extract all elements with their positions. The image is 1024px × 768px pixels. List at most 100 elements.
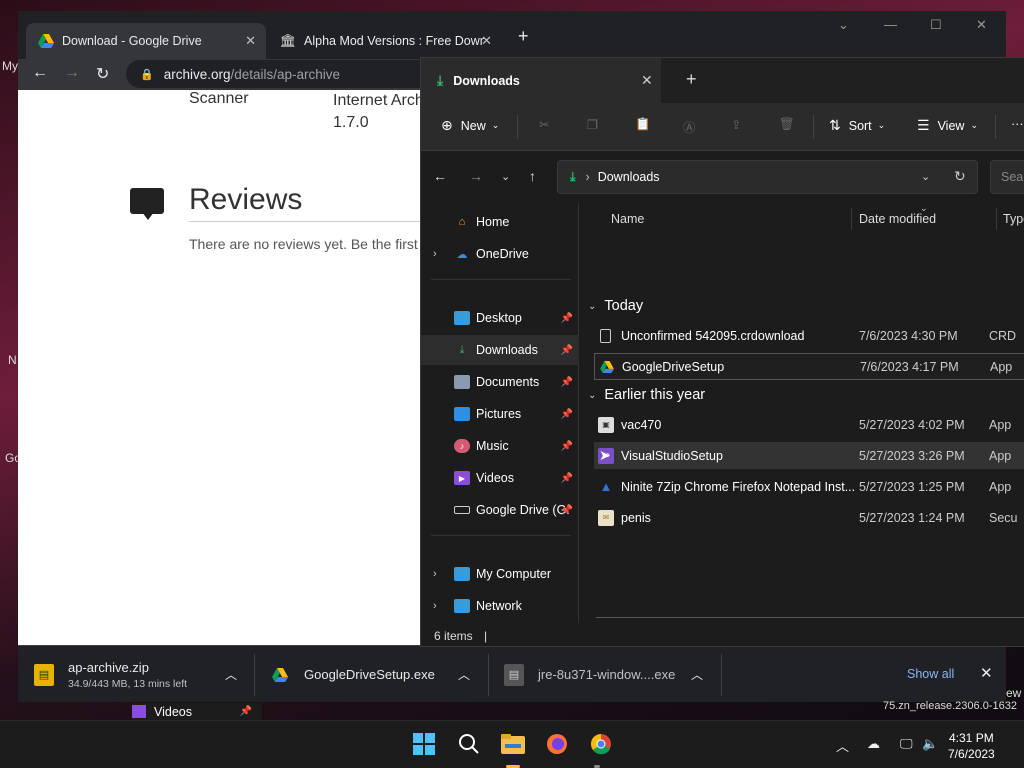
search-input[interactable]: Search — [990, 160, 1024, 194]
nav-item-home[interactable]: ⌂ Home — [421, 207, 579, 237]
nav-item-videos[interactable]: ▶ Videos 📌 — [421, 463, 579, 493]
nav-item-network[interactable]: › Network — [421, 591, 579, 621]
document-icon — [454, 375, 470, 389]
file-row[interactable]: ▲ Ninite 7Zip Chrome Firefox Notepad Ins… — [594, 473, 1024, 500]
group-label: Today — [604, 298, 644, 314]
download-item[interactable]: ▤ jre-8u371-window....exe — [504, 646, 704, 703]
tab-google-drive[interactable]: Download - Google Drive ✕ — [26, 23, 266, 59]
back-arrow-icon[interactable]: ← — [32, 64, 48, 82]
tab-downloads[interactable]: ⤓ Downloads ✕ — [421, 58, 661, 103]
nav-item-documents[interactable]: Documents 📌 — [421, 367, 579, 397]
new-label: New — [460, 118, 486, 133]
show-all-link[interactable]: Show all — [907, 667, 954, 681]
file-row[interactable]: ▣ vac470 5/27/2023 4:02 PM App — [594, 411, 1024, 438]
file-type: CRD — [989, 328, 1017, 343]
file-row[interactable]: ✉ penis 5/27/2023 1:24 PM Secu — [594, 504, 1024, 531]
nav-item-my-computer[interactable]: › My Computer — [421, 559, 579, 589]
share-icon[interactable]: ⇪ — [731, 117, 741, 132]
refresh-icon[interactable]: ↻ — [954, 168, 966, 185]
nav-item-onedrive[interactable]: › ☁ OneDrive — [421, 239, 579, 269]
sort-label: Sort — [848, 118, 872, 133]
volume-icon[interactable]: 🔈 — [922, 736, 938, 752]
search-icon[interactable] — [456, 731, 482, 757]
explorer-address-bar[interactable]: ⤓ › Downloads — [557, 160, 978, 194]
nav-item-pictures[interactable]: Pictures 📌 — [421, 399, 579, 429]
nav-label: Pictures — [476, 407, 522, 421]
home-icon: ⌂ — [458, 216, 466, 228]
back-arrow-icon[interactable]: ← — [433, 168, 447, 184]
nav-item-desktop[interactable]: Desktop 📌 — [421, 303, 579, 333]
music-icon: ♪ — [454, 439, 470, 453]
chevron-down-icon: ⌄ — [877, 120, 886, 130]
view-button[interactable]: ☰ View ⌄ — [917, 117, 978, 134]
expand-chevron-icon[interactable]: › — [433, 248, 437, 260]
tab-close-icon[interactable]: ✕ — [245, 33, 256, 49]
network-icon[interactable]: 🖵 — [900, 736, 913, 752]
chevron-up-icon[interactable]: ︿ — [836, 736, 849, 755]
onedrive-offline-icon[interactable]: ☁ — [867, 736, 880, 752]
up-arrow-icon[interactable]: ↑ — [529, 168, 536, 184]
paste-icon[interactable]: 📋 — [635, 117, 651, 132]
breadcrumb-chevron-icon: › — [585, 170, 590, 184]
divider — [431, 535, 571, 536]
drive-icon — [454, 506, 470, 514]
windows-start-icon[interactable] — [411, 731, 437, 757]
file-date: 5/27/2023 1:25 PM — [859, 479, 965, 494]
rename-icon[interactable]: Ⓐ — [683, 117, 696, 136]
file-row[interactable]: Unconfirmed 542095.crdownload 7/6/2023 4… — [594, 322, 1024, 349]
file-explorer-icon[interactable] — [500, 731, 526, 757]
reload-icon[interactable]: ↻ — [96, 64, 109, 84]
divider — [517, 115, 518, 139]
chevron-up-icon[interactable]: ︿ — [458, 666, 470, 683]
new-button[interactable]: ⊕ New ⌄ — [441, 117, 499, 134]
close-icon[interactable]: ✕ — [980, 664, 993, 682]
forward-arrow-icon[interactable]: → — [64, 64, 80, 82]
pin-icon: 📌 — [560, 408, 573, 420]
new-tab-button[interactable]: + — [686, 69, 697, 90]
recent-chevron-icon[interactable]: ⌄ — [501, 170, 510, 183]
forward-arrow-icon[interactable]: → — [469, 168, 483, 184]
tab-close-icon[interactable]: ✕ — [481, 33, 492, 49]
new-tab-button[interactable]: + — [518, 26, 529, 47]
nav-label: Documents — [476, 375, 540, 389]
file-row[interactable]: ∞ VisualStudioSetup 5/27/2023 3:26 PM Ap… — [594, 442, 1024, 469]
delete-icon[interactable]: 🗑 — [779, 117, 795, 132]
tab-search-chevron-icon[interactable]: ⌄ — [838, 17, 849, 33]
expand-chevron-icon[interactable]: › — [433, 600, 437, 612]
app-icon: ▣ — [598, 416, 614, 433]
expand-chevron-icon[interactable]: › — [433, 568, 437, 580]
group-header-today[interactable]: ⌄ Today — [588, 298, 643, 314]
more-options-icon[interactable]: ··· — [1011, 117, 1024, 131]
copy-icon[interactable]: ❐ — [587, 117, 598, 132]
chrome-icon[interactable] — [588, 731, 614, 757]
download-item[interactable]: ▤ ap-archive.zip 34.9/443 MB, 13 mins le… — [34, 646, 254, 703]
file-list: Name Date modified ⌄ Type ⌄ Today Unconf… — [580, 203, 1024, 623]
column-header-name[interactable]: Name — [611, 203, 644, 235]
column-header-type[interactable]: Type — [1003, 203, 1024, 235]
download-arrow-icon: ⤓ — [570, 169, 576, 184]
minimize-icon[interactable]: — — [884, 17, 897, 32]
collapse-chevron-icon[interactable]: ⌄ — [588, 390, 596, 401]
breadcrumb-location[interactable]: Downloads — [598, 170, 660, 184]
nav-item-google-drive[interactable]: Google Drive (G: 📌 — [421, 495, 579, 525]
nav-item-music[interactable]: ♪ Music 📌 — [421, 431, 579, 461]
taskbar-clock[interactable]: 4:31 PM 7/6/2023 — [948, 730, 995, 762]
file-type: App — [989, 479, 1012, 494]
speech-bubble-icon — [130, 188, 164, 220]
tab-alpha-mod[interactable]: 🏛 Alpha Mod Versions : Free Downl ✕ — [268, 23, 502, 59]
maximize-icon[interactable]: ☐ — [930, 17, 942, 33]
chevron-up-icon[interactable]: ︿ — [691, 666, 703, 683]
cut-icon[interactable]: ✂ — [539, 117, 549, 132]
file-row[interactable]: GoogleDriveSetup 7/6/2023 4:17 PM App — [594, 353, 1024, 380]
firefox-icon[interactable] — [544, 731, 570, 757]
close-window-icon[interactable]: ✕ — [976, 17, 987, 33]
horizontal-scrollbar[interactable] — [596, 617, 1024, 618]
address-history-chevron-icon[interactable]: ⌄ — [921, 170, 930, 183]
nav-item-downloads[interactable]: ⤓ Downloads 📌 — [421, 335, 579, 365]
group-header-earlier-this-year[interactable]: ⌄ Earlier this year — [588, 387, 705, 403]
chevron-up-icon[interactable]: ︿ — [225, 666, 237, 683]
collapse-chevron-icon[interactable]: ⌄ — [588, 301, 596, 312]
tab-close-icon[interactable]: ✕ — [641, 72, 653, 89]
download-item[interactable]: GoogleDriveSetup.exe — [270, 646, 470, 703]
sort-button[interactable]: ⇅ Sort ⌄ — [829, 117, 885, 134]
